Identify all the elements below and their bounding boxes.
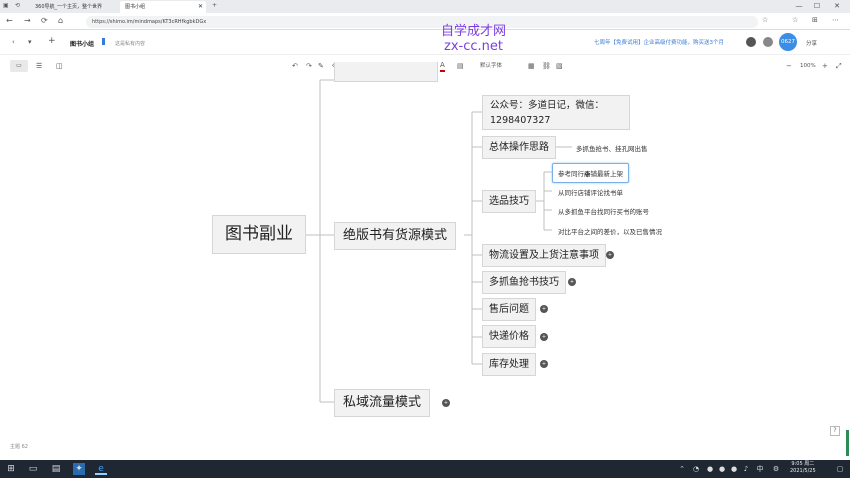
zoom-out-button[interactable]: − [786,60,792,72]
tray-arrow-icon[interactable]: ⌃ [676,463,688,475]
insert-note-icon[interactable]: ▧ [556,60,563,72]
back-tab-icon[interactable]: ⟲ [15,0,20,12]
cursor-icon: ✥ [584,170,591,179]
mindmap-root-node[interactable]: 图书副业 [212,215,306,254]
bookmark-star-icon[interactable]: ☆ [762,16,768,24]
close-window-icon[interactable]: ✕ [830,0,844,13]
user-avatar[interactable] [746,37,756,47]
favorites-icon[interactable]: ☆ [792,16,798,24]
node-inventory[interactable]: 库存处理 [482,353,536,376]
browser-menu-icon[interactable]: ▣ [3,0,9,12]
minimize-icon[interactable]: — [792,0,806,13]
leaf-overall[interactable]: 多抓鱼抢书、挂孔网出售 [576,143,648,153]
extensions-icon[interactable]: ⊞ [812,16,818,24]
file-explorer-icon[interactable]: ▤ [50,463,62,475]
collapse-toggle-icon[interactable]: + [606,251,614,259]
add-icon[interactable]: + [48,36,56,46]
tray-app3-icon[interactable]: ● [728,463,740,475]
start-icon[interactable]: ⊞ [5,463,17,475]
node-shipping-price[interactable]: 快递价格 [482,325,536,348]
bookmark-flag-icon[interactable] [102,38,105,45]
collapse-toggle-icon[interactable]: + [540,333,548,341]
notification-center-icon[interactable]: ▢ [834,463,846,475]
help-icon[interactable]: ? [830,426,840,436]
clock-time: 9:05 周二 [791,461,815,467]
browser-taskbar-icon[interactable]: e [95,463,107,475]
ime-indicator[interactable]: 中 [754,463,766,475]
contact-node[interactable]: 公众号：多道日记，微信： 1298407327 [482,95,630,130]
contact-line2: 1298407327 [490,115,551,126]
site-watermark: 自学成才网 zx-cc.net [441,24,506,54]
topic-count: 主题 62 [10,443,28,450]
scroll-indicator[interactable] [846,430,849,456]
comment-icon[interactable] [763,37,773,47]
branch-private-traffic[interactable]: 私域流量模式 [334,389,431,417]
node-duozhuayu-tips[interactable]: 多抓鱼抢书技巧 [482,271,566,294]
collapse-toggle-icon[interactable]: + [568,278,576,286]
tab-book-group[interactable]: 图书小组 ✕ [120,1,206,13]
watermark-line1: 自学成才网 [441,24,507,39]
insert-link-icon[interactable]: ⛓ [542,60,551,72]
reload-icon[interactable]: ⟳ [41,16,48,25]
node-overall-approach[interactable]: 总体操作思路 [482,136,556,159]
dropdown-icon[interactable]: ▾ [28,38,32,46]
collapse-toggle-icon[interactable]: + [540,360,548,368]
tray-volume-icon[interactable]: ♪ [740,463,752,475]
leaf-selection-3[interactable]: 从多抓鱼平台找同行买书的账号 [558,206,649,216]
node-logistics[interactable]: 物流设置及上货注意事项 [482,244,606,267]
format-painter-icon[interactable]: ✎ [318,60,324,72]
list-view-button[interactable]: ☰ [36,60,42,72]
share-button[interactable]: 分享 [806,39,817,47]
save-status: 这是私有内容 [115,41,146,47]
tab-label: 图书小组 [125,4,146,10]
tab-label: 360导航_一个主页，整个世界 [35,4,103,10]
contact-line1: 公众号：多道日记，微信： [490,100,605,111]
leaf-selection-4[interactable]: 对比平台之间的差价，以及已售情况 [558,226,662,236]
zoom-level: 100% [800,63,816,69]
tray-app-icon[interactable]: ● [704,463,716,475]
url-input[interactable]: https://shimo.im/mindmaps/KT3cRHfkgbkDGx [86,16,758,28]
taskbar-clock[interactable]: 9:05 周二 2021/5/25 [790,461,816,475]
app-icon[interactable]: ✦ [73,463,85,475]
maximize-icon[interactable]: ☐ [810,0,824,13]
forward-icon[interactable]: → [24,16,31,25]
highlight-icon[interactable]: ▤ [457,60,464,72]
node-product-selection[interactable]: 选品技巧 [482,190,536,213]
font-family-select[interactable]: 默认字体 [480,60,502,72]
new-tab-button[interactable]: + [212,0,217,12]
back-icon[interactable]: ← [6,16,13,25]
more-icon[interactable]: ⋯ [832,16,839,24]
tray-settings-icon[interactable]: ⚙ [770,463,782,475]
fullscreen-icon[interactable]: ⤢ [836,60,842,72]
tab-close-icon[interactable]: ✕ [198,1,203,13]
watermark-line2: zx-cc.net [444,39,503,54]
undo-icon[interactable]: ↶ [292,60,298,72]
collapse-toggle-icon[interactable]: + [540,305,548,313]
back-arrow-icon[interactable]: ‹ [12,38,15,46]
leaf-selection-2[interactable]: 从同行店铺评论找书单 [558,187,623,197]
branch-out-of-print-books[interactable]: 绝版书有货源模式 [334,222,457,250]
redo-icon[interactable]: ↷ [306,60,312,72]
topic-count-label: 主题 [10,444,21,450]
outline-view-button[interactable]: ▭ [10,60,28,72]
doc-title[interactable]: 图书小组 [70,39,94,48]
notification-badge[interactable]: 0627 [779,33,797,51]
promo-notice[interactable]: 七周年【免费试用】企业高级付费功能，购买送3个月 [594,38,724,46]
tray-network-icon[interactable]: ◔ [690,463,702,475]
font-color-button[interactable]: A [440,60,445,72]
zoom-in-button[interactable]: + [822,60,828,72]
tab-360-nav[interactable]: 360导航_一个主页，整个世界 [30,1,116,13]
home-icon[interactable]: ⌂ [58,16,63,25]
insert-image-icon[interactable]: ▦ [528,60,535,72]
node-after-sales[interactable]: 售后问题 [482,298,536,321]
topic-count-value: 62 [21,444,28,450]
task-view-icon[interactable]: ▭ [27,463,39,475]
tray-app2-icon[interactable]: ● [716,463,728,475]
collapse-toggle-icon[interactable]: + [442,399,450,407]
clock-date: 2021/5/25 [790,468,816,474]
split-view-button[interactable]: ◫ [56,60,63,72]
cutoff-node[interactable] [334,62,438,82]
